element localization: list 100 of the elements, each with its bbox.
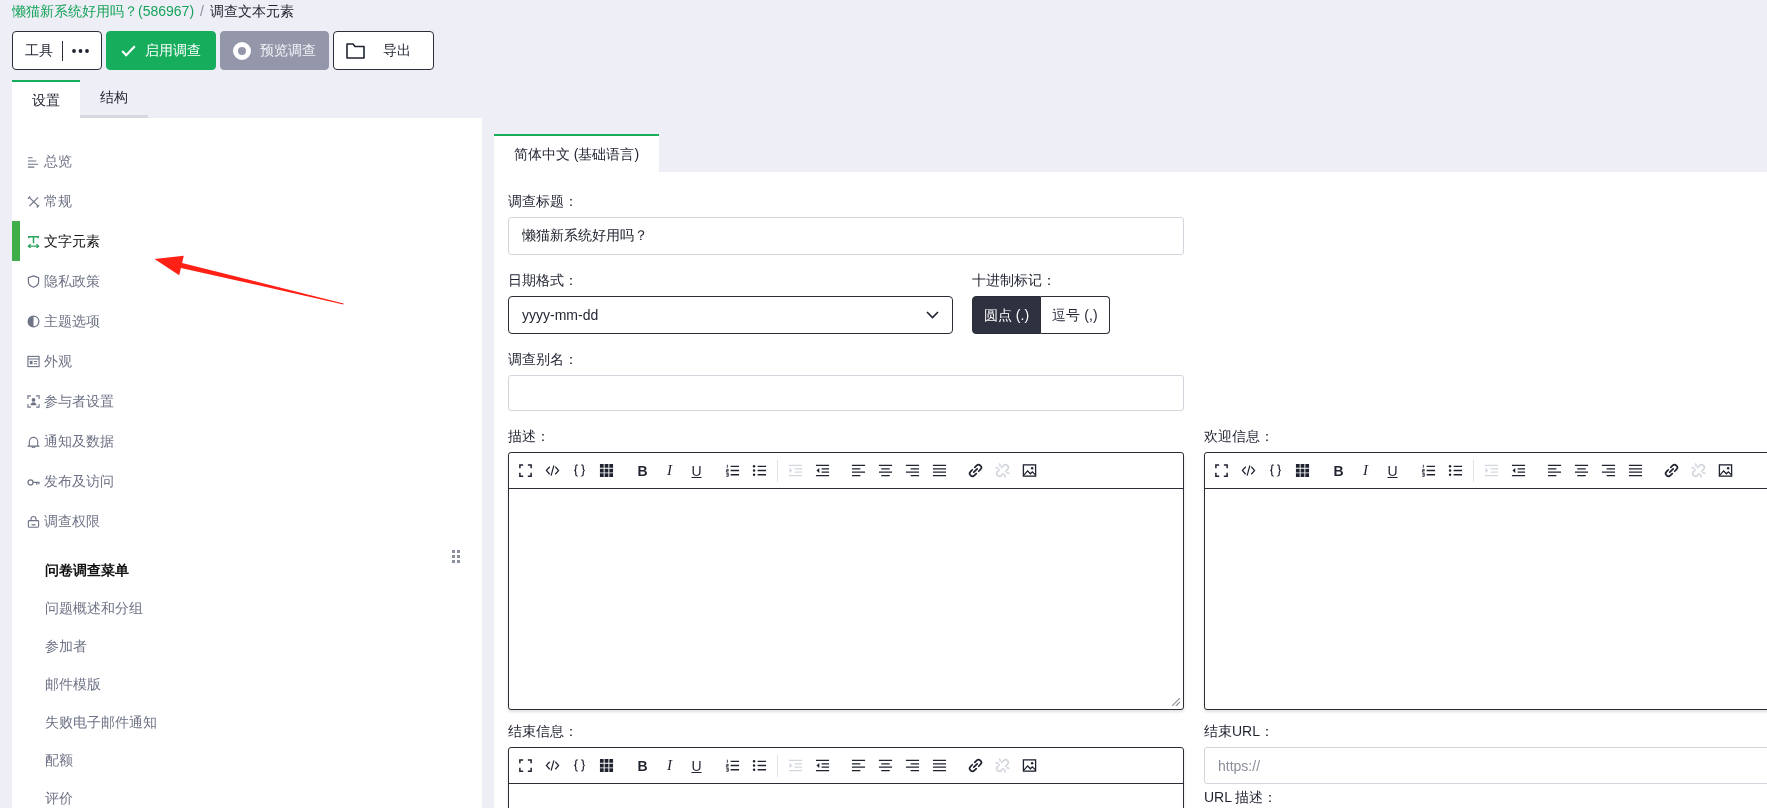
window-icon	[27, 354, 40, 368]
sidebar-item[interactable]: 常规	[12, 181, 482, 221]
unlink-icon	[1691, 463, 1706, 478]
align-right-icon	[905, 463, 920, 478]
field-label: 调查标题：	[508, 192, 579, 211]
field-label: URL 描述：	[1204, 789, 1279, 805]
field-label: 结束信息：	[508, 722, 579, 741]
grid-button[interactable]	[597, 756, 616, 775]
field-label: 日期格式：	[508, 271, 579, 290]
code-icon	[1241, 463, 1256, 478]
drag-handle-icon	[452, 550, 460, 563]
bullet-list-icon	[752, 758, 767, 773]
link-button[interactable]	[1662, 461, 1681, 480]
align-left-icon	[851, 463, 866, 478]
sidebar-item[interactable]: 总览	[12, 141, 482, 181]
shield-icon	[27, 274, 40, 288]
sidebar-item[interactable]: 隐私政策	[12, 261, 482, 301]
italic-button[interactable]: I	[660, 756, 679, 775]
image-icon	[1022, 463, 1037, 478]
bullet-list-icon	[1448, 463, 1463, 478]
sidebar-item[interactable]: 参与者设置	[12, 381, 482, 421]
align-center-icon	[878, 758, 893, 773]
underline-button[interactable]: U	[687, 756, 706, 775]
braces-icon	[572, 463, 587, 478]
end-url-input[interactable]: https://	[1204, 747, 1767, 784]
image-button[interactable]	[1020, 756, 1039, 775]
fullscreen-icon	[518, 758, 533, 773]
grid-button[interactable]	[597, 461, 616, 480]
numbered-list-icon	[725, 758, 740, 773]
align-justify-icon	[1628, 463, 1643, 478]
ring-icon	[233, 41, 251, 60]
fullscreen-icon	[518, 463, 533, 478]
image-button[interactable]	[1716, 461, 1735, 480]
sidebar-item[interactable]: 文字元素	[12, 221, 482, 261]
menu-item[interactable]: 参加者	[12, 627, 482, 665]
outdent-icon	[815, 758, 830, 773]
align-right-icon	[905, 758, 920, 773]
date-format-select[interactable]: yyyy-mm-dd	[508, 296, 953, 334]
braces-icon	[572, 758, 587, 773]
unlink-icon	[995, 463, 1010, 478]
check-icon	[121, 44, 136, 57]
bold-button[interactable]: B	[633, 756, 652, 775]
menu-item[interactable]: 评价	[12, 779, 482, 808]
tools-menu-button[interactable]: 工具	[12, 31, 102, 70]
fullscreen-button[interactable]	[1212, 461, 1231, 480]
bell-icon	[27, 434, 40, 448]
bullet-list-icon	[752, 463, 767, 478]
image-icon	[1022, 758, 1037, 773]
underline-button[interactable]: U	[687, 461, 706, 480]
menu-heading: 问卷调查菜单	[45, 561, 129, 580]
link-button[interactable]	[966, 461, 985, 480]
sidebar-item[interactable]: 外观	[12, 341, 482, 381]
field-label: 结束URL：	[1204, 722, 1275, 741]
fullscreen-icon	[1214, 463, 1229, 478]
numbered-list-icon	[1421, 463, 1436, 478]
menu-item[interactable]: 邮件模版	[12, 665, 482, 703]
folder-icon	[346, 42, 365, 59]
field-label: 十进制标记：	[972, 271, 1057, 290]
menu-item[interactable]: 问题概述和分组	[12, 589, 482, 627]
bold-button[interactable]: B	[633, 461, 652, 480]
menu-item[interactable]: 失败电子邮件通知	[12, 703, 482, 741]
unlink-icon	[995, 758, 1010, 773]
outdent-icon	[1511, 463, 1526, 478]
image-button[interactable]	[1020, 461, 1039, 480]
field-label: 欢迎信息：	[1204, 427, 1275, 446]
survey-title-input[interactable]: 懒猫新系统好用吗？	[508, 217, 1184, 255]
link-icon	[968, 758, 983, 773]
link-button[interactable]	[966, 756, 985, 775]
align-center-icon	[878, 463, 893, 478]
italic-button[interactable]: I	[1356, 461, 1375, 480]
grid-icon	[599, 463, 614, 478]
link-icon	[968, 463, 983, 478]
align-right-icon	[1601, 463, 1616, 478]
more-icon	[72, 48, 89, 53]
fullscreen-button[interactable]	[516, 461, 535, 480]
align-justify-icon	[932, 758, 947, 773]
italic-button[interactable]: I	[660, 461, 679, 480]
align-center-icon	[1574, 463, 1589, 478]
grid-button[interactable]	[1293, 461, 1312, 480]
export-button[interactable]: 导出	[333, 31, 434, 70]
tools-icon	[27, 194, 40, 208]
decimal-option-button[interactable]: 圆点 (.)	[972, 296, 1041, 334]
menu-item[interactable]: 配额	[12, 741, 482, 779]
language-tab[interactable]: 简体中文 (基础语言)	[494, 134, 659, 172]
sidebar-item[interactable]: 通知及数据	[12, 421, 482, 461]
panel-tab[interactable]: 设置	[12, 80, 80, 118]
sidebar-item[interactable]: 发布及访问	[12, 461, 482, 501]
sidebar-item[interactable]: 主题选项	[12, 301, 482, 341]
braces-icon	[1268, 463, 1283, 478]
bold-button[interactable]: B	[1329, 461, 1348, 480]
text-icon	[27, 234, 40, 248]
indent-icon	[788, 758, 803, 773]
grid-icon	[1295, 463, 1310, 478]
survey-alias-input[interactable]	[508, 375, 1184, 411]
fullscreen-button[interactable]	[516, 756, 535, 775]
sidebar-item[interactable]: 调查权限	[12, 501, 482, 541]
decimal-option-button[interactable]: 逗号 (,)	[1041, 296, 1110, 334]
lines-icon	[27, 154, 40, 168]
field-label: 描述：	[508, 427, 551, 446]
underline-button[interactable]: U	[1383, 461, 1402, 480]
